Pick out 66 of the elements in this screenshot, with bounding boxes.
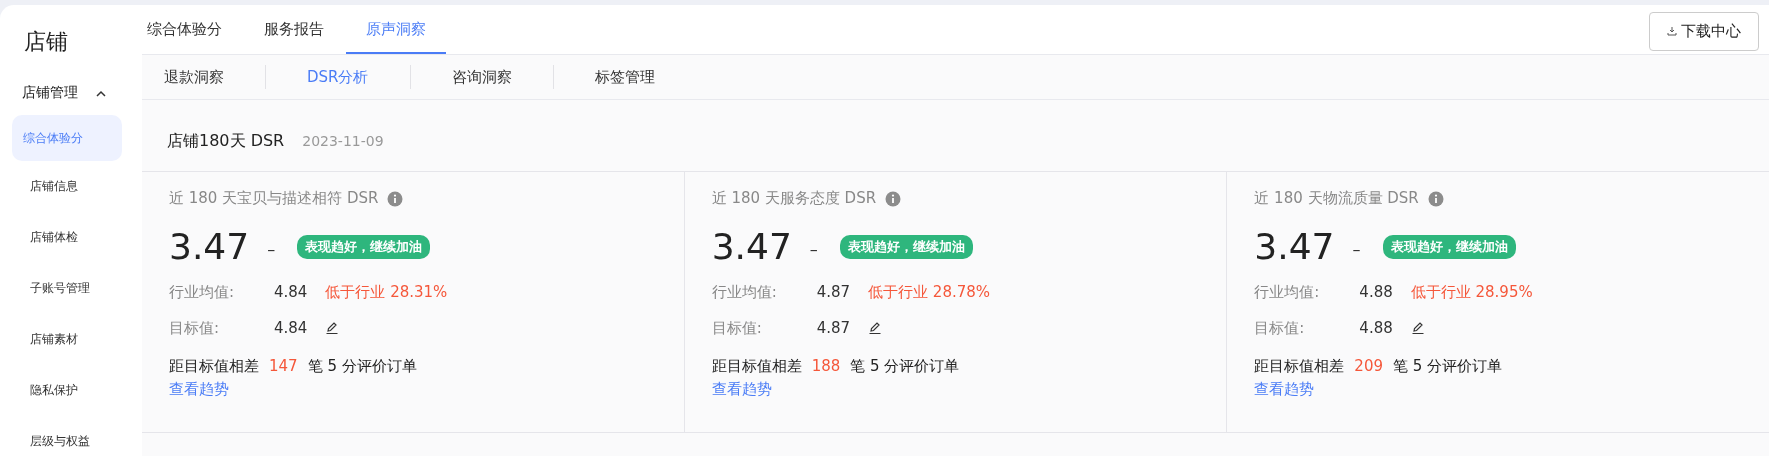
section-label: 店铺管理	[22, 84, 78, 102]
sidebar-item[interactable]: 店铺体检	[12, 222, 122, 252]
dsr-value: 3.47	[169, 226, 250, 267]
status-badge: 表现趋好，继续加油	[1382, 234, 1516, 259]
section-title: 店铺180天 DSR	[167, 131, 285, 152]
target-value: 4.84	[274, 319, 308, 337]
sidebar-section[interactable]: 店铺管理	[22, 81, 106, 105]
edit-icon[interactable]	[1410, 321, 1425, 335]
subtab[interactable]: DSR分析	[307, 67, 410, 87]
info-icon[interactable]	[885, 190, 902, 207]
subtab[interactable]: 咨询洞察	[451, 67, 553, 87]
target-label: 目标值:	[169, 318, 221, 338]
download-button[interactable]: 下载中心	[1649, 11, 1759, 51]
status-badge: 表现趋好，继续加油	[297, 234, 431, 259]
card-title: 近 180 天服务态度 DSR	[711, 189, 877, 208]
industry-label: 行业均值:	[1254, 282, 1321, 302]
edit-icon[interactable]	[868, 321, 883, 335]
sidebar-item[interactable]: 子账号管理	[12, 273, 122, 303]
download-icon	[1667, 26, 1677, 36]
target-value: 4.87	[816, 319, 851, 337]
gap-count: 188	[811, 357, 841, 376]
info-icon[interactable]	[387, 190, 404, 207]
industry-label: 行业均值:	[711, 282, 778, 302]
industry-value: 4.84	[274, 283, 308, 301]
trend-indicator: –	[809, 240, 818, 259]
comparison-text: 低于行业 28.31%	[325, 282, 448, 302]
subtab[interactable]: 退款洞察	[164, 67, 265, 87]
tab[interactable]: 原声洞察	[346, 5, 446, 54]
industry-label: 行业均值:	[169, 282, 236, 302]
gap-count: 209	[1354, 357, 1383, 376]
dsr-value: 3.47	[711, 226, 792, 267]
gap-text: 距目标值相差	[1254, 357, 1345, 376]
tab[interactable]: 综合体验分	[142, 5, 242, 54]
dsr-value: 3.47	[1254, 226, 1335, 267]
gap-text: 距目标值相差	[711, 357, 802, 376]
gap-text: 笔 5 分评价订单	[307, 357, 417, 376]
gap-text: 距目标值相差	[169, 357, 259, 376]
edit-icon[interactable]	[325, 321, 340, 335]
sidebar-item[interactable]: 店铺信息	[12, 171, 122, 201]
subtab[interactable]: 标签管理	[594, 67, 696, 87]
target-label: 目标值:	[1254, 318, 1306, 338]
status-badge: 表现趋好，继续加油	[839, 234, 973, 259]
target-value: 4.88	[1359, 319, 1393, 337]
comparison-text: 低于行业 28.78%	[868, 282, 991, 302]
sidebar-title: 店铺	[24, 28, 68, 56]
trend-link[interactable]: 查看趋势	[711, 380, 772, 399]
gap-count: 147	[269, 357, 298, 376]
info-icon[interactable]	[1427, 190, 1444, 207]
gap-text: 笔 5 分评价订单	[850, 357, 960, 376]
sidebar-item[interactable]: 店铺素材	[12, 324, 122, 354]
sidebar-item[interactable]: 层级与权益	[12, 426, 122, 456]
tab[interactable]: 服务报告	[244, 5, 344, 54]
card-title: 近 180 天物流质量 DSR	[1254, 189, 1419, 208]
trend-indicator: –	[267, 240, 276, 259]
trend-indicator: –	[1352, 240, 1361, 259]
gap-text: 笔 5 分评价订单	[1393, 357, 1503, 376]
industry-value: 4.88	[1359, 283, 1393, 301]
target-label: 目标值:	[711, 318, 763, 338]
section-date: 2023-11-09	[302, 133, 384, 149]
comparison-text: 低于行业 28.95%	[1410, 282, 1533, 302]
card-title: 近 180 天宝贝与描述相符 DSR	[169, 189, 379, 208]
trend-link[interactable]: 查看趋势	[169, 380, 229, 399]
industry-value: 4.87	[816, 283, 851, 301]
trend-link[interactable]: 查看趋势	[1254, 380, 1315, 399]
sidebar-item[interactable]: 隐私保护	[12, 375, 122, 405]
sidebar-item[interactable]: 综合体验分	[12, 115, 122, 161]
